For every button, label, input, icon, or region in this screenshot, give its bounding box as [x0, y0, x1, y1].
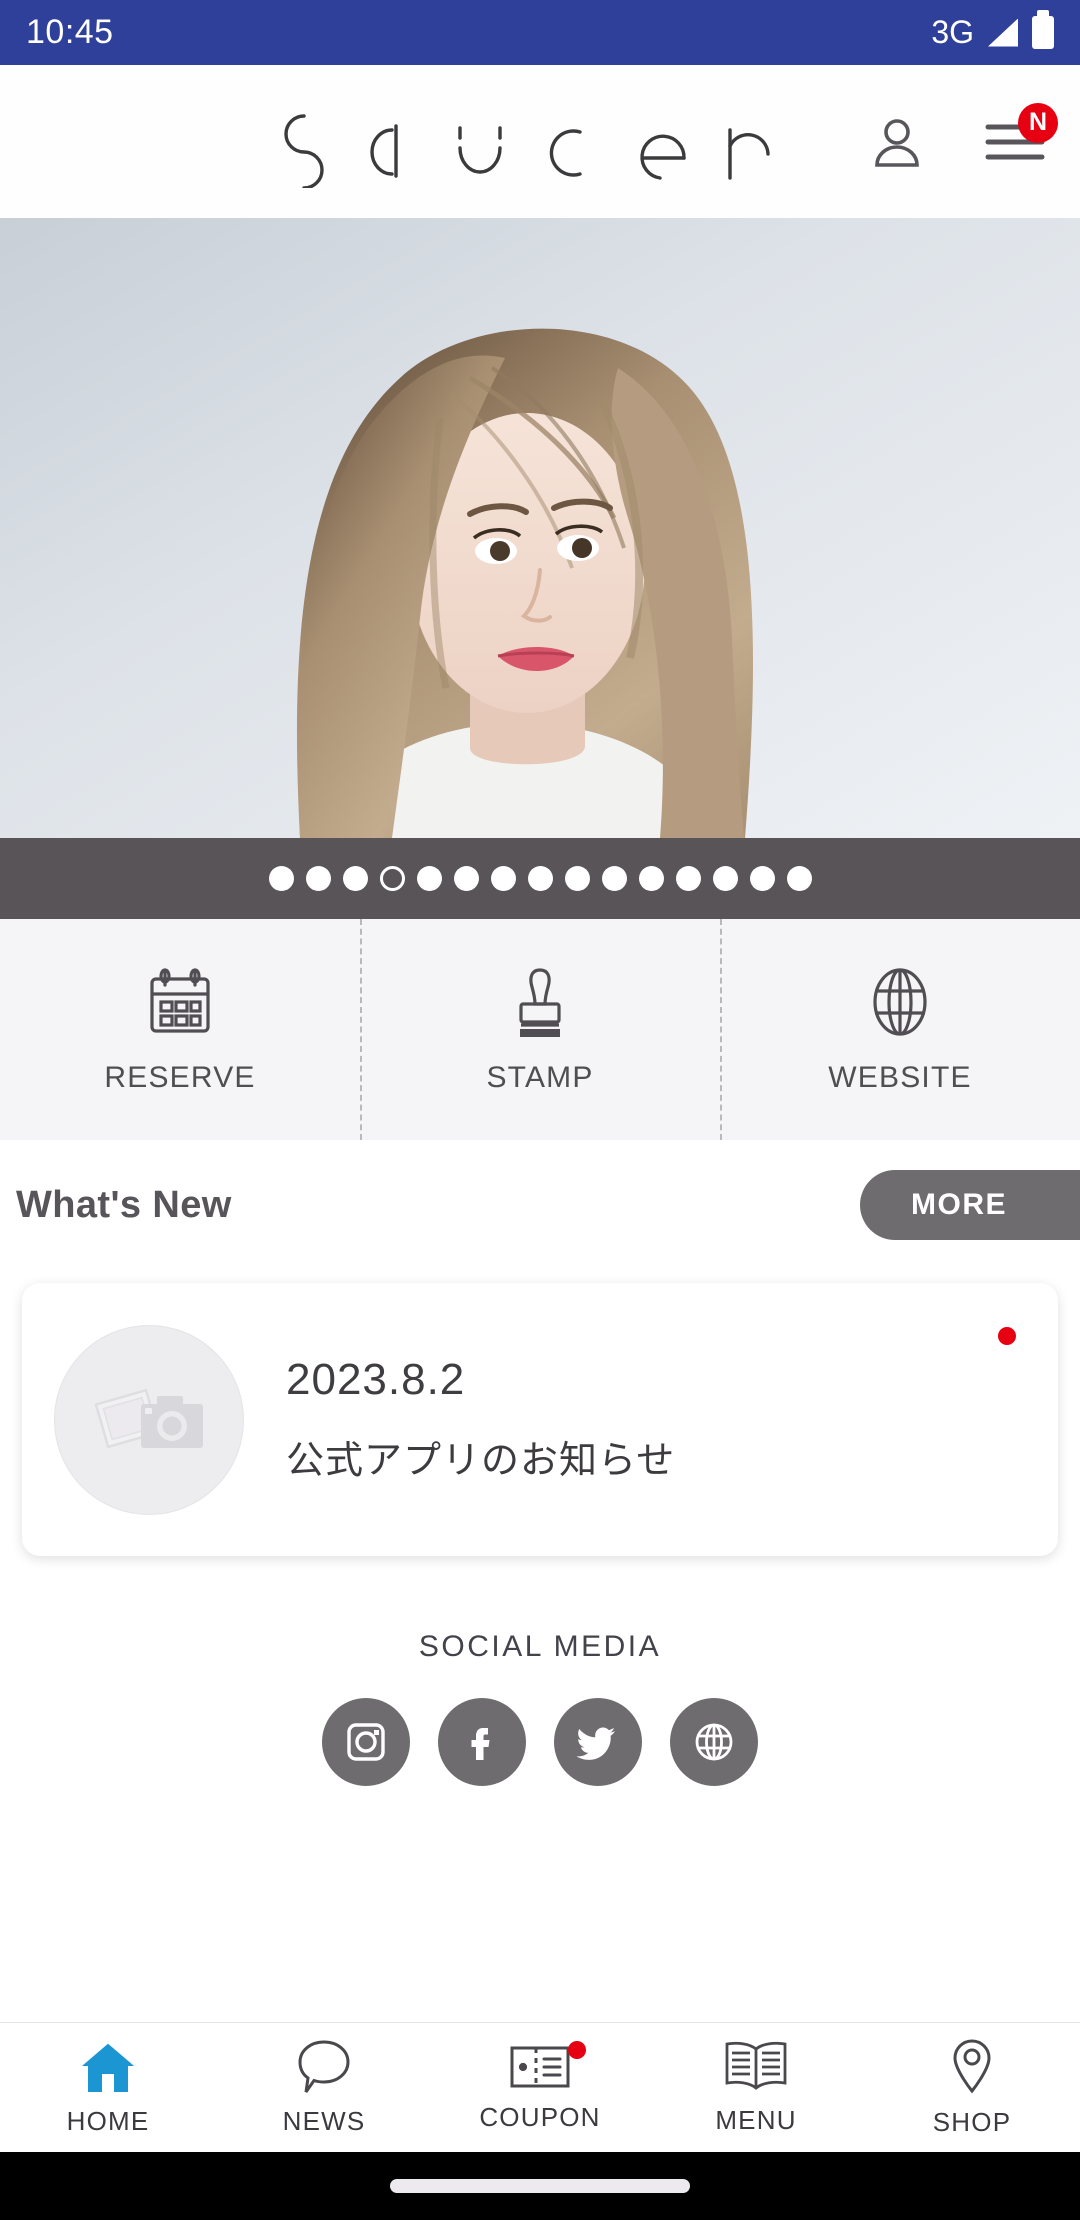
- nav-item-menu[interactable]: MENU: [648, 2023, 864, 2152]
- carousel-indicator-bar: [0, 838, 1080, 919]
- section-title: What's New: [16, 1183, 232, 1226]
- bottom-navigation-bar: HOME NEWS COUPON MENU SHOP: [0, 2022, 1080, 2152]
- system-gesture-bar: [0, 2152, 1080, 2220]
- news-list-item[interactable]: 2023.8.2 公式アプリのお知らせ: [22, 1283, 1058, 1556]
- stamp-icon: [519, 967, 561, 1037]
- home-gesture-handle[interactable]: [390, 2179, 690, 2193]
- news-unread-dot: [998, 1327, 1016, 1345]
- globe-icon: [873, 967, 927, 1036]
- menu-button[interactable]: N: [982, 102, 1058, 175]
- quick-action-label: WEBSITE: [828, 1060, 972, 1094]
- quick-action-label: STAMP: [486, 1060, 594, 1094]
- location-pin-icon: [953, 2039, 991, 2094]
- speech-bubble-icon: [298, 2040, 350, 2093]
- person-icon: [875, 118, 919, 167]
- facebook-icon: [471, 1728, 490, 1760]
- quick-action-reserve[interactable]: RESERVE: [0, 919, 360, 1140]
- whats-new-more-button[interactable]: MORE: [860, 1170, 1080, 1240]
- carousel-dots[interactable]: [268, 866, 812, 891]
- social-media-title: SOCIAL MEDIA: [418, 1630, 662, 1663]
- coupon-ticket-icon: [510, 2046, 570, 2088]
- app-header: N: [0, 65, 1080, 218]
- signal-triangle-icon: [988, 18, 1018, 47]
- menu-notification-badge: N: [1018, 102, 1058, 143]
- header-actions: N: [864, 102, 1058, 175]
- instagram-icon: [347, 1723, 385, 1761]
- carousel-dot[interactable]: [305, 866, 331, 891]
- nav-label: MENU: [715, 2105, 797, 2135]
- app-screen: 10:45 3G N RESERVE STAMP WEBSITE What's …: [0, 0, 1080, 2220]
- account-button[interactable]: [864, 109, 930, 175]
- status-bar: 10:45 3G: [0, 0, 1080, 65]
- carousel-dot[interactable]: [564, 866, 590, 891]
- quick-action-label: RESERVE: [104, 1060, 256, 1094]
- quick-action-website[interactable]: WEBSITE: [720, 919, 1080, 1140]
- status-indicators: 3G: [931, 10, 1054, 51]
- social-link-website[interactable]: [670, 1698, 758, 1786]
- twitter-icon: [576, 1727, 616, 1760]
- battery-full-icon: [1032, 10, 1054, 49]
- carousel-dot[interactable]: [416, 866, 442, 891]
- nav-item-news[interactable]: NEWS: [216, 2023, 432, 2152]
- carousel-dot[interactable]: [601, 866, 627, 891]
- open-book-icon: [725, 2041, 787, 2090]
- quick-action-row: RESERVE STAMP WEBSITE: [0, 919, 1080, 1140]
- nav-item-shop[interactable]: SHOP: [864, 2023, 1080, 2152]
- network-type-label: 3G: [931, 14, 974, 50]
- carousel-dot[interactable]: [675, 866, 701, 891]
- nav-label: HOME: [66, 2106, 150, 2136]
- nav-badge-dot: [568, 2041, 586, 2059]
- carousel-dot[interactable]: [712, 866, 738, 891]
- carousel-dot[interactable]: [638, 866, 664, 891]
- carousel-dot[interactable]: [749, 866, 775, 891]
- salon-model-photo: [0, 218, 1080, 838]
- social-link-instagram[interactable]: [322, 1698, 410, 1786]
- social-link-twitter[interactable]: [554, 1698, 642, 1786]
- globe-icon: [695, 1723, 733, 1761]
- carousel-dot[interactable]: [453, 866, 479, 891]
- carousel-dot[interactable]: [379, 866, 405, 891]
- news-text-block: 2023.8.2 公式アプリのお知らせ: [286, 1355, 675, 1484]
- hero-carousel-image[interactable]: [0, 218, 1080, 838]
- social-link-facebook[interactable]: [438, 1698, 526, 1786]
- home-icon: [79, 2041, 137, 2092]
- quick-action-stamp[interactable]: STAMP: [360, 919, 720, 1140]
- carousel-dot[interactable]: [490, 866, 516, 891]
- nav-label: NEWS: [282, 2106, 366, 2136]
- news-date: 2023.8.2: [286, 1355, 466, 1404]
- nav-label: SHOP: [932, 2107, 1012, 2137]
- whats-new-section-header: What's New MORE: [0, 1140, 1080, 1270]
- news-thumbnail: [54, 1324, 244, 1515]
- status-time: 10:45: [26, 13, 114, 51]
- news-title: 公式アプリのお知らせ: [286, 1440, 676, 1482]
- carousel-dot[interactable]: [527, 866, 553, 891]
- photo-camera-placeholder-icon: [94, 1388, 203, 1448]
- saucer-logo-icon: [284, 113, 770, 188]
- nav-item-home[interactable]: HOME: [0, 2023, 216, 2152]
- social-media-links: [322, 1698, 758, 1786]
- calendar-icon: [150, 967, 210, 1033]
- carousel-dot[interactable]: [268, 866, 294, 891]
- carousel-dot[interactable]: [786, 866, 812, 891]
- nav-item-coupon[interactable]: COUPON: [432, 2023, 648, 2152]
- carousel-dot[interactable]: [342, 866, 368, 891]
- social-media-section: SOCIAL MEDIA: [0, 1600, 1080, 1860]
- nav-label: COUPON: [479, 2102, 601, 2132]
